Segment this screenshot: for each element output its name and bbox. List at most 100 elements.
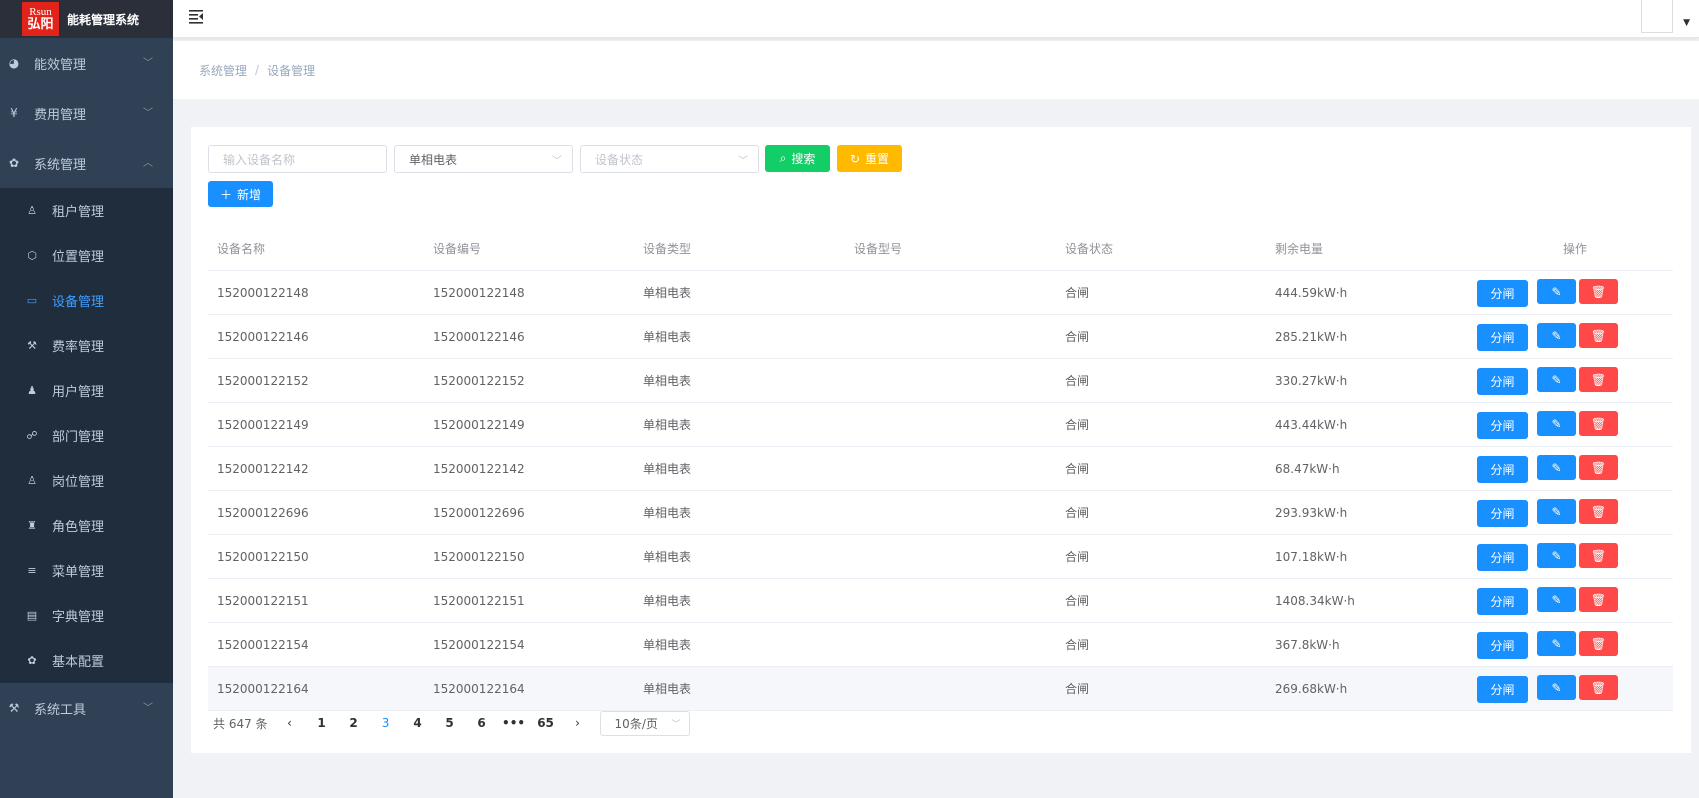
sidebar-item-role[interactable]: ♜ 角色管理 [0,503,173,548]
cell-device-type: 单相电表 [643,330,692,344]
avatar[interactable] [1641,0,1673,33]
split-button-label: 分闸 [1490,595,1515,609]
page-number[interactable]: 6 [466,716,498,730]
sidebar-item-label: 租户管理 [52,205,105,220]
cell-device-code: 152000122696 [433,505,525,520]
edit-button[interactable]: ✎ [1537,455,1576,480]
edit-icon: ✎ [1551,416,1562,431]
cell-device-status: 合闸 [1065,418,1090,432]
reset-button[interactable]: ↻ 重置 [837,145,902,172]
delete-button[interactable]: 🗑 [1579,631,1618,656]
sidebar-item-menu[interactable]: ≡ 菜单管理 [0,548,173,593]
sidebar-item-dictionary[interactable]: ▤ 字典管理 [0,593,173,638]
edit-button[interactable]: ✎ [1537,279,1576,304]
dashboard-icon: ◕ [8,56,20,70]
sidebar-item-department[interactable]: ☍ 部门管理 [0,413,173,458]
edit-button[interactable]: ✎ [1537,587,1576,612]
device-type-select[interactable]: 单相电表 ﹀ [394,145,573,173]
delete-button[interactable]: 🗑 [1579,323,1618,348]
breadcrumb-parent[interactable]: 系统管理 [199,62,247,79]
cell-remaining: 1408.34kW·h [1275,593,1355,608]
split-button[interactable]: 分闸 [1477,280,1528,307]
split-button-label: 分闸 [1490,551,1515,565]
add-button[interactable]: ＋ 新增 [208,181,273,207]
split-button-label: 分闸 [1490,419,1515,433]
row-actions: 分闸 ✎ 🗑 [1477,322,1673,351]
sidebar-item-label: 系统管理 [34,157,87,173]
page-number[interactable]: 65 [530,716,562,730]
delete-button[interactable]: 🗑 [1579,455,1618,480]
cell-device-name: 152000122154 [217,637,309,652]
delete-button[interactable]: 🗑 [1579,587,1618,612]
search-button[interactable]: ⌕ 搜索 [765,145,830,172]
page-list: 1 2 3 4 5 6 ••• 65 [306,716,562,730]
sidebar-item-tools[interactable]: ⚒ 系统工具 ﹀ [0,683,173,733]
yen-icon: ¥ [10,106,18,120]
edit-button[interactable]: ✎ [1537,323,1576,348]
logo-text-chinese: 弘阳 [27,17,54,32]
breadcrumb-separator: / [255,63,260,77]
header-actions: 操作 [1562,242,1587,256]
cell-remaining: 444.59kW·h [1275,285,1348,300]
users-icon: ♟ [27,384,37,397]
sidebar-item-users[interactable]: ♟ 用户管理 [0,368,173,413]
delete-button[interactable]: 🗑 [1579,675,1618,700]
sidebar-item-post[interactable]: ♙ 岗位管理 [0,458,173,503]
page-number[interactable]: 3 [370,716,402,730]
sidebar-item-config[interactable]: ✿ 基本配置 [0,638,173,683]
sidebar-item-location[interactable]: ⬡ 位置管理 [0,233,173,278]
split-button[interactable]: 分闸 [1477,324,1528,351]
hamburger-icon[interactable] [188,8,204,24]
cell-device-code: 152000122148 [433,285,525,300]
split-button[interactable]: 分闸 [1477,456,1528,483]
next-page-button[interactable]: › [562,716,594,730]
cell-device-name: 152000122149 [217,417,309,432]
delete-button[interactable]: 🗑 [1579,543,1618,568]
plus-icon: ＋ [219,187,232,202]
sidebar-item-efficiency[interactable]: ◕ 能效管理 ﹀ [0,38,173,88]
split-button[interactable]: 分闸 [1477,632,1528,659]
edit-button[interactable]: ✎ [1537,411,1576,436]
edit-icon: ✎ [1551,548,1562,563]
page-size-select[interactable]: 10条/页 ﹀ [599,710,690,736]
split-button[interactable]: 分闸 [1477,368,1528,395]
trash-icon: 🗑 [1590,372,1607,387]
split-button[interactable]: 分闸 [1477,544,1528,571]
cell-device-status: 合闸 [1065,330,1090,344]
split-button-label: 分闸 [1490,375,1515,389]
sidebar-item-cost[interactable]: ¥ 费用管理 ﹀ [0,88,173,138]
split-button[interactable]: 分闸 [1477,412,1528,439]
split-button[interactable]: 分闸 [1477,676,1528,703]
delete-button[interactable]: 🗑 [1579,411,1618,436]
page-number[interactable]: 2 [338,716,370,730]
sidebar-item-tenant[interactable]: ♙ 租户管理 [0,188,173,233]
header-device-name: 设备名称 [217,242,266,256]
edit-button[interactable]: ✎ [1537,631,1576,656]
edit-button[interactable]: ✎ [1537,543,1576,568]
tenant-icon: ♙ [27,204,37,217]
cell-device-code: 152000122152 [433,373,525,388]
split-button[interactable]: 分闸 [1477,588,1528,615]
device-name-input[interactable]: 输入设备名称 [208,145,387,173]
device-status-select[interactable]: 设备状态 ﹀ [580,145,759,173]
page-number[interactable]: 4 [402,716,434,730]
delete-button[interactable]: 🗑 [1579,367,1618,392]
split-button[interactable]: 分闸 [1477,500,1528,527]
sidebar-item-label: 角色管理 [52,520,105,535]
sidebar-item-rate[interactable]: ⚒ 费率管理 [0,323,173,368]
edit-button[interactable]: ✎ [1537,367,1576,392]
cell-device-status: 合闸 [1065,286,1090,300]
table-body: 152000122148 152000122148 单相电表 合闸 444.59kW·h… [208,271,1673,711]
caret-down-icon[interactable]: ▼ [1683,18,1690,28]
sidebar-item-system[interactable]: ✿ 系统管理 ︿ [0,138,173,188]
delete-button[interactable]: 🗑 [1579,499,1618,524]
sidebar-item-device[interactable]: ▭ 设备管理 [0,278,173,323]
edit-button[interactable]: ✎ [1537,675,1576,700]
delete-button[interactable]: 🗑 [1579,279,1618,304]
edit-button[interactable]: ✎ [1537,499,1576,524]
search-icon: ⌕ [779,151,787,165]
page-ellipsis[interactable]: ••• [498,716,530,730]
prev-page-button[interactable]: ‹ [274,716,306,730]
page-number[interactable]: 5 [434,716,466,730]
page-number[interactable]: 1 [306,716,338,730]
